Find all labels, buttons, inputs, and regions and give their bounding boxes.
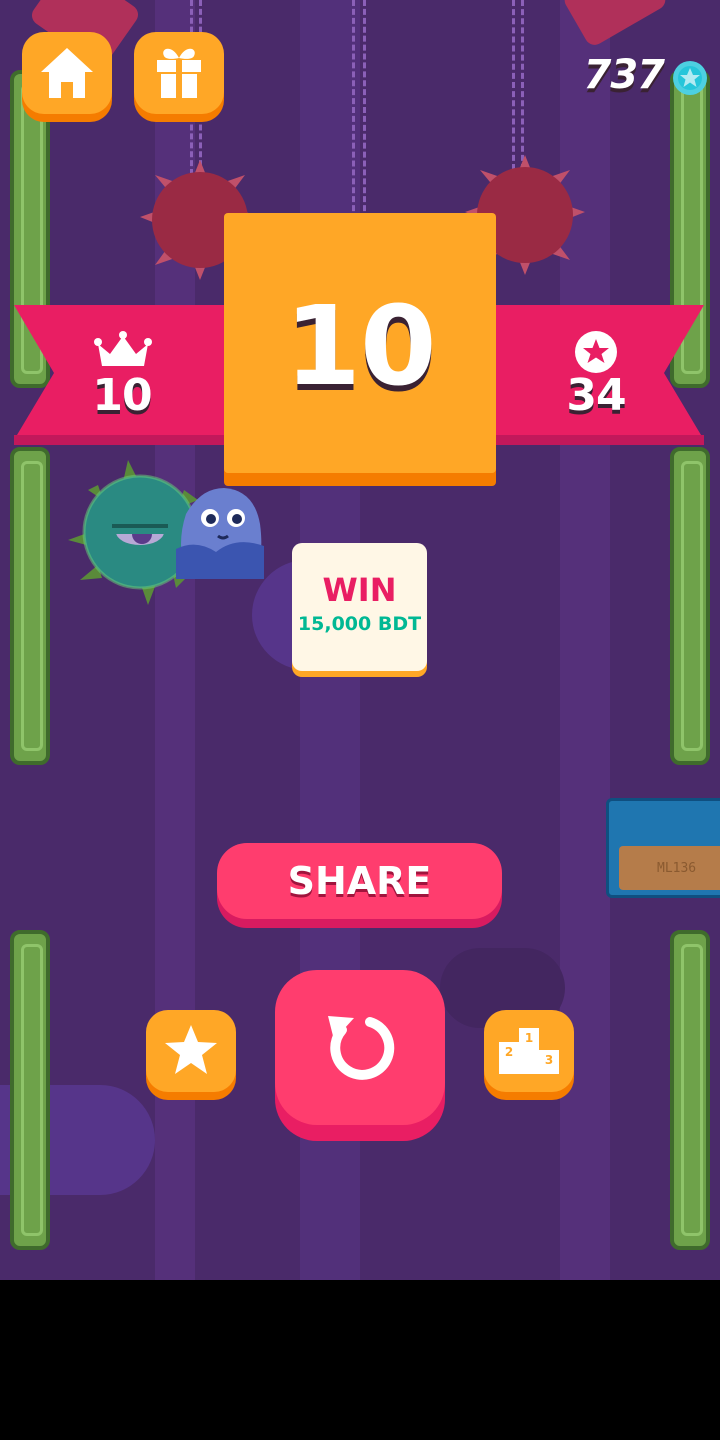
leaderboard-button[interactable]: 1 2 3	[484, 1010, 574, 1092]
score-box: 10	[224, 213, 496, 473]
coin-count: 737	[583, 52, 666, 98]
coin-icon	[673, 61, 707, 95]
background-sign: ML136	[606, 798, 720, 898]
star-icon	[165, 1025, 217, 1074]
best-score-value: 10	[92, 370, 152, 421]
home-icon	[41, 48, 93, 98]
chain	[512, 0, 524, 170]
svg-text:2: 2	[505, 1045, 513, 1059]
left-wall-pipe	[10, 447, 50, 765]
share-button[interactable]: SHARE	[217, 843, 502, 919]
promo-prize: 15,000 BDT	[297, 613, 422, 635]
rate-button[interactable]	[146, 1010, 236, 1092]
sign-text: ML136	[657, 861, 697, 876]
star-badge-icon	[575, 331, 617, 373]
blue-blob-character	[176, 488, 264, 579]
svg-text:3: 3	[545, 1053, 553, 1067]
right-wall-pipe	[670, 930, 710, 1250]
podium-icon: 1 2 3	[499, 1028, 559, 1074]
current-score: 10	[284, 282, 436, 410]
crown-icon	[94, 331, 152, 366]
gift-icon	[157, 48, 201, 98]
restart-icon	[328, 1016, 395, 1080]
share-label: SHARE	[287, 859, 432, 903]
left-wall-pipe	[10, 930, 50, 1250]
gift-button[interactable]	[134, 32, 224, 114]
chain	[352, 0, 366, 220]
game-scene: ML136 10 34 10 WIN 15,000 BDT 737 SHARE …	[0, 0, 720, 1280]
home-button[interactable]	[22, 32, 112, 114]
win-promo-card[interactable]: WIN 15,000 BDT	[292, 543, 427, 671]
right-wall-pipe	[670, 447, 710, 765]
restart-button[interactable]	[275, 970, 445, 1125]
promo-title: WIN	[322, 571, 397, 609]
svg-text:1: 1	[525, 1031, 533, 1045]
stars-count: 34	[566, 370, 626, 421]
